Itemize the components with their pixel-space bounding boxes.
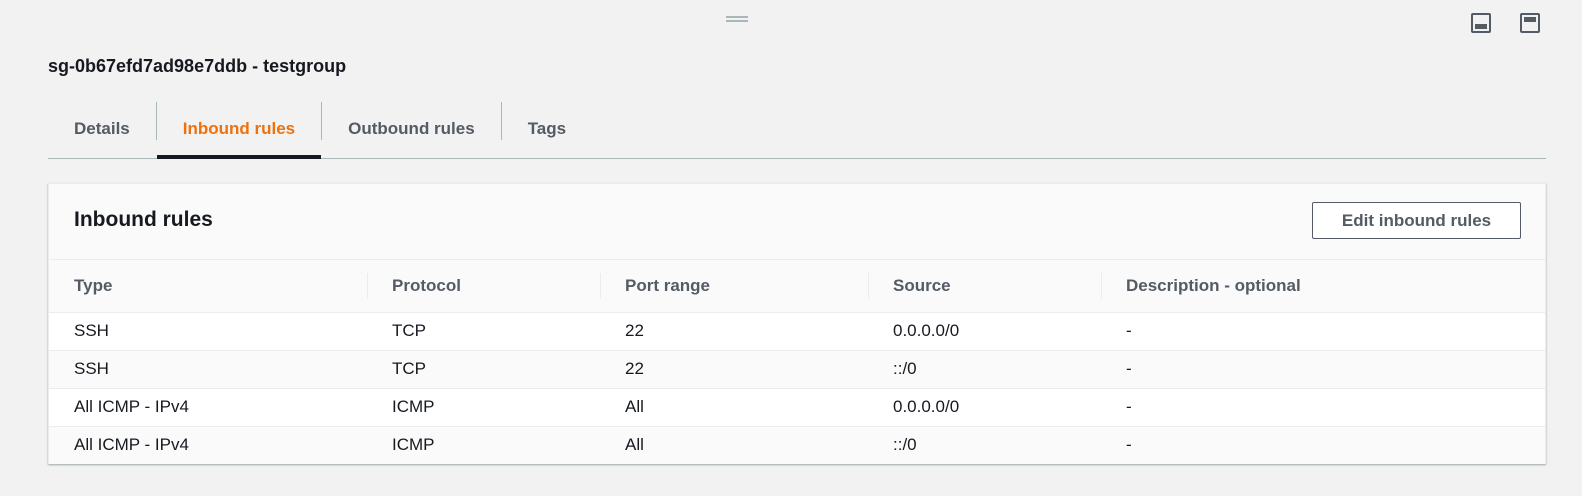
inbound-rules-table: Type Protocol Port range Source Descript… bbox=[49, 260, 1545, 464]
cell-type: All ICMP - IPv4 bbox=[74, 397, 189, 416]
table-row: SSH TCP 22 ::/0 - bbox=[49, 350, 1545, 388]
cell-protocol: ICMP bbox=[392, 435, 435, 455]
cell-port-range: 22 bbox=[625, 359, 644, 378]
cell-type: SSH bbox=[74, 321, 109, 340]
column-header-type[interactable]: Type bbox=[49, 260, 367, 313]
cell-source: 0.0.0.0/0 bbox=[893, 397, 960, 416]
panel-bottom-icon[interactable] bbox=[1471, 13, 1491, 33]
table-row: All ICMP - IPv4 ICMP All ::/0 - bbox=[49, 426, 1545, 464]
split-panel: sg-0b67efd7ad98e7ddb - testgroup Details… bbox=[0, 0, 1582, 496]
cell-description: - bbox=[1126, 359, 1132, 378]
card-title: Inbound rules bbox=[74, 208, 213, 231]
cell-protocol: TCP bbox=[392, 359, 426, 378]
column-header-protocol[interactable]: Protocol bbox=[367, 260, 600, 313]
tab-bar: Details Inbound rules Outbound rules Tag… bbox=[48, 100, 1546, 159]
cell-description: - bbox=[1126, 435, 1132, 455]
cell-description: - bbox=[1126, 321, 1132, 340]
tab-outbound-rules[interactable]: Outbound rules bbox=[322, 100, 501, 158]
edit-inbound-rules-button[interactable]: Edit inbound rules bbox=[1312, 202, 1521, 239]
column-header-port-range[interactable]: Port range bbox=[600, 260, 868, 313]
table-row: SSH TCP 22 0.0.0.0/0 - bbox=[49, 312, 1545, 350]
card-header: Inbound rules Edit inbound rules bbox=[49, 184, 1545, 260]
panel-side-icon[interactable] bbox=[1520, 13, 1540, 33]
drag-handle-icon[interactable] bbox=[726, 15, 748, 23]
cell-port-range: 22 bbox=[625, 321, 644, 340]
cell-source: 0.0.0.0/0 bbox=[893, 321, 960, 340]
table-row: All ICMP - IPv4 ICMP All 0.0.0.0/0 - bbox=[49, 388, 1545, 426]
column-header-source[interactable]: Source bbox=[868, 260, 1101, 313]
cell-description: - bbox=[1126, 397, 1132, 416]
cell-port-range: All bbox=[625, 397, 644, 416]
page-title: sg-0b67efd7ad98e7ddb - testgroup bbox=[48, 56, 347, 76]
cell-type: SSH bbox=[74, 359, 109, 378]
cell-port-range: All bbox=[625, 435, 644, 455]
tab-tags[interactable]: Tags bbox=[502, 100, 592, 158]
column-header-description[interactable]: Description - optional bbox=[1101, 260, 1545, 313]
tab-details[interactable]: Details bbox=[48, 100, 156, 158]
cell-protocol: ICMP bbox=[392, 397, 435, 416]
tab-inbound-rules[interactable]: Inbound rules bbox=[156, 100, 322, 159]
cell-source: ::/0 bbox=[893, 435, 917, 455]
table-header-row: Type Protocol Port range Source Descript… bbox=[49, 260, 1545, 313]
cell-source: ::/0 bbox=[893, 359, 917, 378]
inbound-rules-card: Inbound rules Edit inbound rules Type Pr… bbox=[48, 183, 1546, 464]
cell-protocol: TCP bbox=[392, 321, 426, 340]
cell-type: All ICMP - IPv4 bbox=[74, 435, 189, 455]
